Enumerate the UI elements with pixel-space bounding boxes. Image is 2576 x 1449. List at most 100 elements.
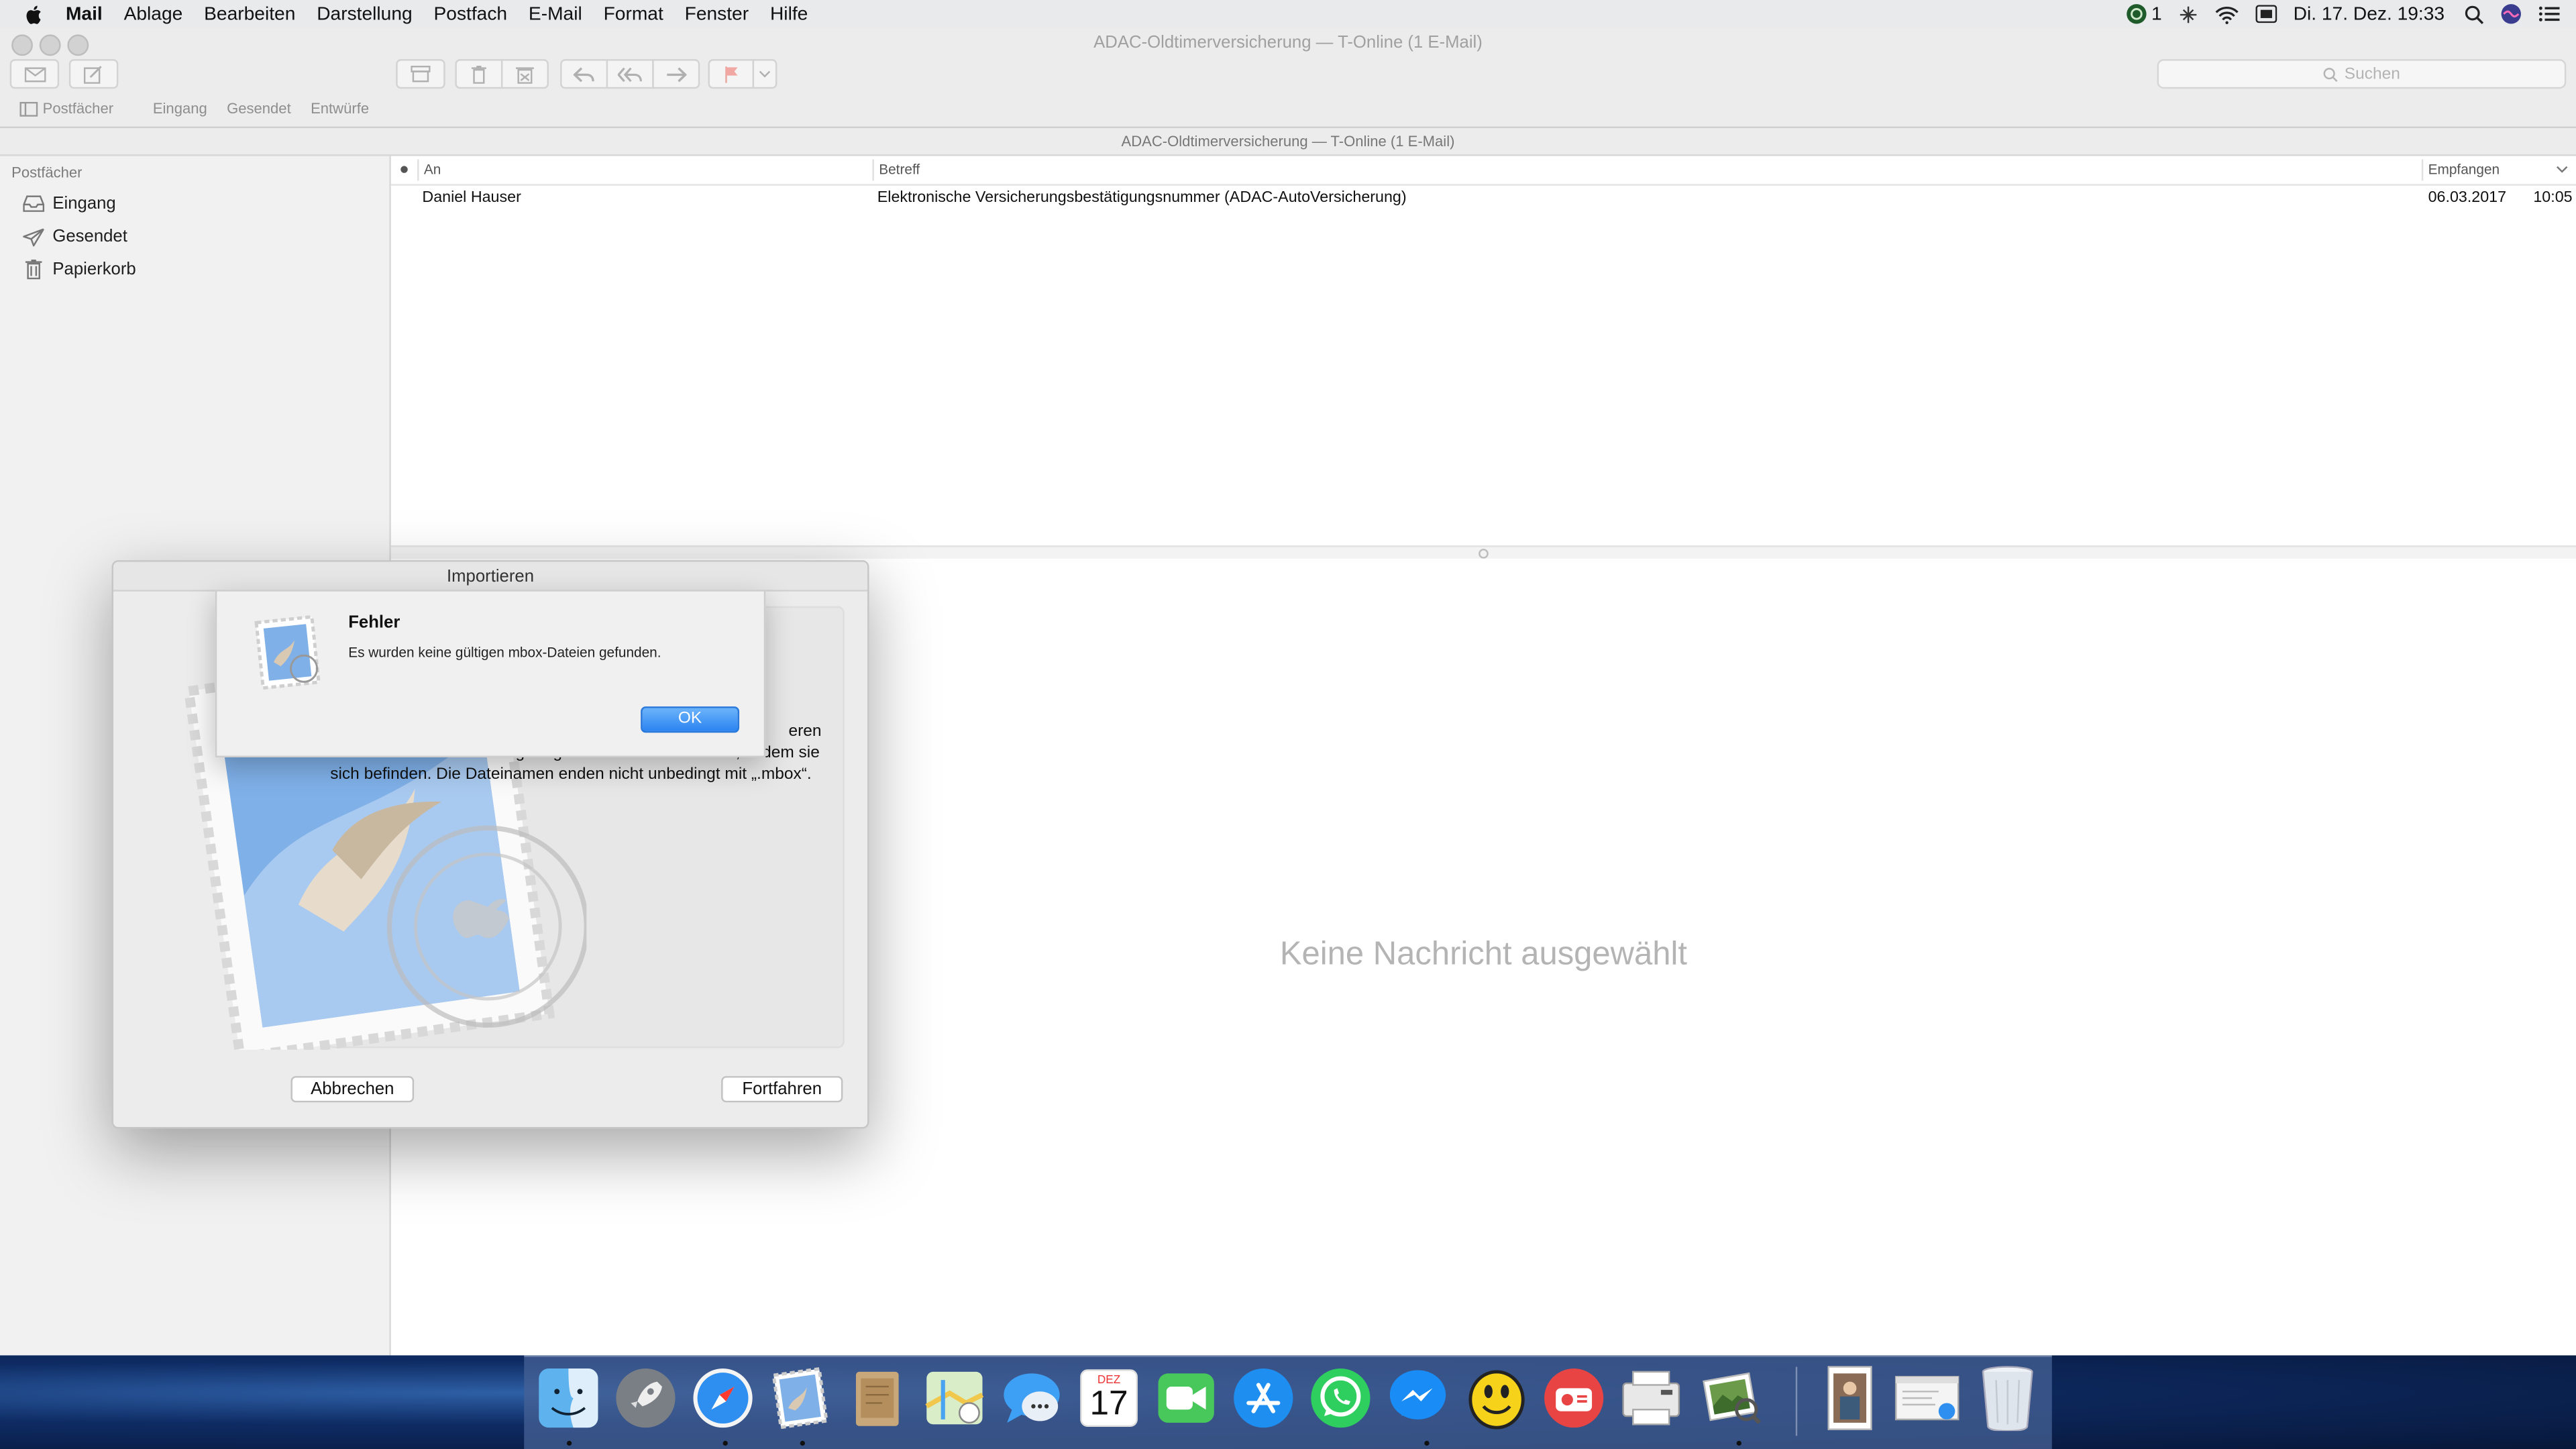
menu-darstellung[interactable]: Darstellung [317,4,412,23]
dock-whatsapp[interactable] [1307,1365,1373,1431]
menu-postfach[interactable]: Postfach [433,4,507,23]
menu-format[interactable]: Format [604,4,663,23]
reply-button[interactable] [560,59,608,89]
reply-all-button[interactable] [606,59,654,89]
dock-calendar[interactable]: DEZ 17 [1076,1365,1142,1431]
favorite-sent[interactable]: Gesendet [227,100,291,116]
continue-button[interactable]: Fortfahren [721,1076,843,1103]
dock-radio[interactable] [1541,1365,1607,1431]
radio-icon [1544,1368,1604,1428]
spotlight-search-icon[interactable] [2464,4,2484,23]
flag-icon [724,65,737,83]
notes-icon [855,1371,899,1426]
ok-button[interactable]: OK [641,706,740,733]
message-list-header: ● An Betreff Empfangen [390,156,2576,186]
sidebar-item-trash[interactable]: Papierkorb [23,256,136,282]
dock-notes[interactable] [845,1365,910,1431]
status-badge: 1 [2151,4,2162,24]
unread-column-header[interactable]: ● [399,156,409,184]
notification-center-icon[interactable] [2538,5,2560,23]
menu-email[interactable]: E-Mail [529,4,582,23]
clock[interactable]: Di. 17. Dez. 19:33 [2294,4,2445,23]
flag-group [708,59,777,89]
compose-button[interactable] [68,59,119,89]
dock-preview[interactable] [1699,1365,1764,1431]
favorite-drafts[interactable]: Entwürfe [311,100,369,116]
junk-button[interactable] [500,59,549,89]
menu-bar: Mail Ablage Bearbeiten Darstellung Postf… [0,0,2576,30]
sidebar-item-label: Papierkorb [52,259,136,280]
favorite-inbox[interactable]: Eingang [153,100,207,116]
menu-fenster[interactable]: Fenster [685,4,749,23]
siri-icon[interactable] [2500,3,2522,25]
photo-document-icon [1827,1366,1872,1430]
menu-ablage[interactable]: Ablage [124,4,183,23]
dock-app-store[interactable] [1230,1365,1296,1431]
menu-hilfe[interactable]: Hilfe [770,4,808,23]
dock-launchpad[interactable] [612,1365,678,1431]
dock-maps[interactable] [922,1365,987,1431]
column-header-received[interactable]: Empfangen [2428,156,2500,184]
apple-menu-icon[interactable] [23,3,46,25]
inbox-icon [23,195,45,212]
get-mail-button[interactable] [9,59,60,89]
dock-safari[interactable] [690,1365,756,1431]
facetime-icon [1158,1373,1214,1423]
search-field[interactable]: Suchen [2157,59,2567,89]
search-icon [2323,66,2338,81]
import-text-fragment: eren [788,722,822,741]
dock-messenger[interactable] [1385,1365,1451,1431]
chevron-down-icon [759,70,771,77]
delete-button[interactable] [455,59,503,89]
dock-downloads-stack[interactable] [1894,1365,1960,1431]
cancel-button[interactable]: Abbrechen [290,1076,415,1103]
search-placeholder: Suchen [2344,64,2400,83]
sidebar-item-label: Eingang [52,193,116,214]
sidebar-heading: Postfächer [11,164,83,181]
message-date: 06.03.2017 [2428,189,2507,207]
dock-messages[interactable] [999,1365,1065,1431]
safari-icon [693,1368,753,1428]
error-alert: Fehler Es wurden keine gültigen mbox-Dat… [215,590,766,757]
menu-bearbeiten[interactable]: Bearbeiten [204,4,295,23]
mail-stamp-icon [771,1366,828,1430]
dock-mail[interactable] [767,1365,833,1431]
sidebar-item-inbox[interactable]: Eingang [23,191,116,217]
dock-finder[interactable] [535,1365,601,1431]
trash-icon [471,64,486,83]
reply-group [560,59,700,89]
dock-separator [1795,1366,1798,1436]
column-header-to[interactable]: An [424,156,441,184]
messenger-icon [1389,1370,1446,1419]
message-row[interactable]: Daniel Hauser Elektronische Versicherung… [391,186,2576,211]
sort-chevron-icon[interactable] [2557,156,2568,184]
window-title: ADAC-Oldtimerversicherung — T-Online (1 … [1093,32,1483,53]
mailbox-subtitle: ADAC-Oldtimerversicherung — T-Online (1 … [0,128,2576,156]
app-store-icon [1234,1368,1293,1428]
archive-button[interactable] [396,59,445,89]
message-list: ● An Betreff Empfangen Daniel Hauser Ele… [390,156,2576,546]
sidebar-item-sent[interactable]: Gesendet [23,223,127,250]
printer-icon [1622,1371,1680,1426]
flag-button[interactable] [708,59,755,89]
toolbar: ADAC-Oldtimerversicherung — T-Online (1 … [0,28,2576,129]
wifi-icon[interactable] [2214,4,2239,23]
keyboard-input-icon[interactable] [2255,5,2277,23]
forward-button[interactable] [652,59,700,89]
smiley-icon [1468,1370,1525,1430]
flag-menu-button[interactable] [752,59,777,89]
status-extra[interactable]: 1 [2125,3,2162,25]
dock-emoji-app[interactable] [1464,1365,1529,1431]
dock-printer[interactable] [1618,1365,1684,1431]
favorites-bar: Postfächer Eingang Gesendet Entwürfe [19,100,388,117]
sidebar-item-label: Gesendet [52,226,127,247]
dock-document-stack[interactable] [1817,1365,1883,1431]
menu-app-name[interactable]: Mail [66,4,103,23]
favorite-mailboxes[interactable]: Postfächer [19,100,133,117]
column-header-subject[interactable]: Betreff [879,156,920,184]
network-status-icon[interactable] [2178,4,2198,23]
sidebar-toggle-icon [19,101,38,116]
dock-facetime[interactable] [1153,1365,1219,1431]
rocket-icon [616,1368,676,1428]
dock-trash[interactable] [1975,1365,2041,1432]
